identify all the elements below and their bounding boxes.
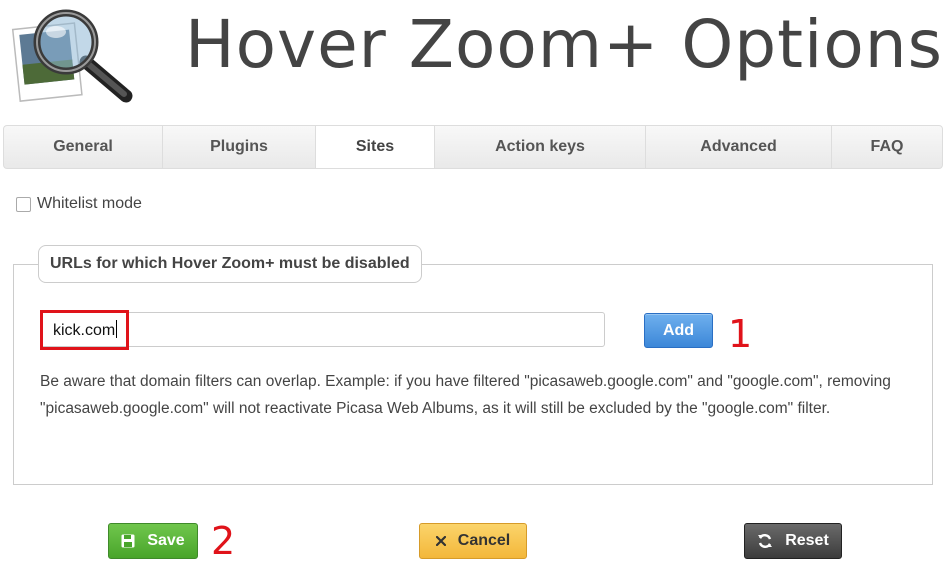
whitelist-mode-checkbox[interactable] [16, 196, 31, 212]
reset-label: Reset [785, 532, 829, 549]
page-title: Hover Zoom+ Options [185, 6, 943, 83]
disabled-sites-legend: URLs for which Hover Zoom+ must be disab… [38, 245, 422, 283]
tab-sites[interactable]: Sites [316, 126, 435, 168]
save-label: Save [147, 532, 185, 549]
header: Hover Zoom+ Options [0, 0, 946, 120]
tab-action-keys[interactable]: Action keys [435, 126, 646, 168]
tab-advanced[interactable]: Advanced [646, 126, 832, 168]
add-button[interactable]: Add [644, 313, 713, 348]
refresh-icon [757, 533, 773, 549]
tab-plugins[interactable]: Plugins [163, 126, 316, 168]
annotation-marker-2: 2 [211, 519, 236, 563]
save-button[interactable]: Save [108, 523, 198, 559]
overlap-notice: Be aware that domain filters can overlap… [40, 373, 891, 417]
magnifier-photo-icon [8, 4, 138, 104]
whitelist-mode-option[interactable]: Whitelist mode [16, 195, 142, 213]
cancel-label: Cancel [457, 532, 511, 549]
whitelist-mode-label: Whitelist mode [37, 195, 142, 212]
tab-faq[interactable]: FAQ [832, 126, 942, 168]
close-icon [435, 536, 446, 546]
tab-bar: General Plugins Sites Action keys Advanc… [3, 125, 943, 169]
reset-button[interactable]: Reset [744, 523, 842, 559]
annotation-marker-1: 1 [728, 312, 753, 356]
cancel-button[interactable]: Cancel [419, 523, 527, 559]
tab-general[interactable]: General [4, 126, 163, 168]
floppy-disk-icon [121, 534, 135, 548]
annotation-highlight-box [40, 310, 129, 350]
